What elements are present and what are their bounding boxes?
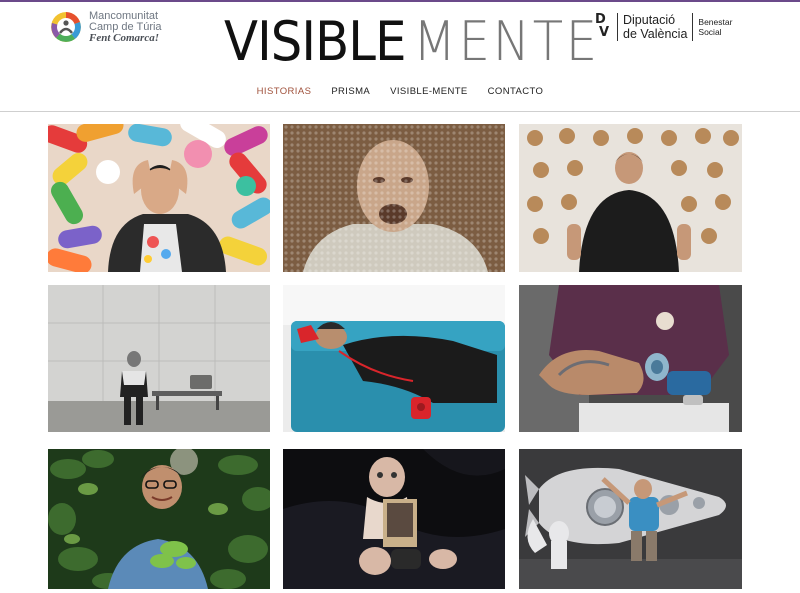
photo-rocket-mural-image (519, 449, 742, 589)
story-gallery (48, 124, 742, 589)
gallery-tile-sofa-phone[interactable] (283, 285, 505, 432)
site-header: Mancomunitat Camp de Túria Fent Comarca!… (0, 2, 800, 113)
mancomunitat-emblem-icon (51, 12, 81, 42)
gallery-tile-rocket-mural[interactable] (519, 449, 742, 589)
gallery-tile-leaves[interactable] (48, 449, 270, 589)
mancomunitat-line2: Camp de Túria (89, 20, 162, 33)
nav-item-historias[interactable]: HISTORIAS (247, 86, 322, 97)
site-logo[interactable]: VISIBLE MENTE (224, 8, 617, 72)
photo-pills-image (48, 124, 270, 272)
diputacio-line1: Diputació (623, 13, 676, 27)
diputacio-line2: de València (623, 27, 688, 41)
photo-dolls-image (283, 449, 505, 589)
photo-wet-glass-image (283, 124, 505, 272)
gallery-tile-pills[interactable] (48, 124, 270, 272)
nav-item-contacto[interactable]: CONTACTO (478, 86, 554, 97)
photo-concrete-wall-image (48, 285, 270, 432)
mancomunitat-line1: Mancomunitat (89, 9, 159, 22)
gallery-tile-dumbbell[interactable] (519, 285, 742, 432)
gallery-tile-hooks[interactable] (519, 124, 742, 272)
photo-leaves-image (48, 449, 270, 589)
header-divider (0, 111, 800, 112)
photo-sofa-phone-image (283, 285, 505, 432)
site-logo-part2: MENTE (413, 10, 601, 73)
diputacio-emblem-icon: D V (593, 12, 615, 41)
divider (692, 13, 694, 41)
diputacio-wordmark: Diputació de València (623, 13, 687, 41)
mancomunitat-wordmark: Mancomunitat Camp de Túria Fent Comarca! (89, 9, 162, 44)
diputacio-logo-link[interactable]: D V Diputació de València Benestar Socia… (593, 10, 743, 44)
diputacio-area: Benestar Social (698, 17, 732, 37)
gallery-tile-wet-glass[interactable] (283, 124, 505, 272)
nav-item-visible-mente[interactable]: VISIBLE-MENTE (380, 86, 478, 97)
main-nav: HISTORIAS PRISMA VISIBLE-MENTE CONTACTO (0, 86, 800, 97)
photo-hooks-image (519, 124, 742, 272)
gallery-tile-concrete-wall[interactable] (48, 285, 270, 432)
mancomunitat-logo-link[interactable]: Mancomunitat Camp de Túria Fent Comarca! (51, 7, 181, 47)
site-logo-part1: VISIBLE (224, 10, 406, 73)
nav-item-prisma[interactable]: PRISMA (321, 86, 380, 97)
divider (617, 13, 618, 41)
diputacio-area1: Benestar (698, 17, 733, 27)
mancomunitat-tagline: Fent Comarca! (89, 31, 159, 44)
diputacio-area2: Social (698, 27, 722, 37)
photo-dumbbell-image (519, 285, 742, 432)
diputacio-mark-v: V (599, 25, 610, 40)
gallery-tile-dolls[interactable] (283, 449, 505, 589)
